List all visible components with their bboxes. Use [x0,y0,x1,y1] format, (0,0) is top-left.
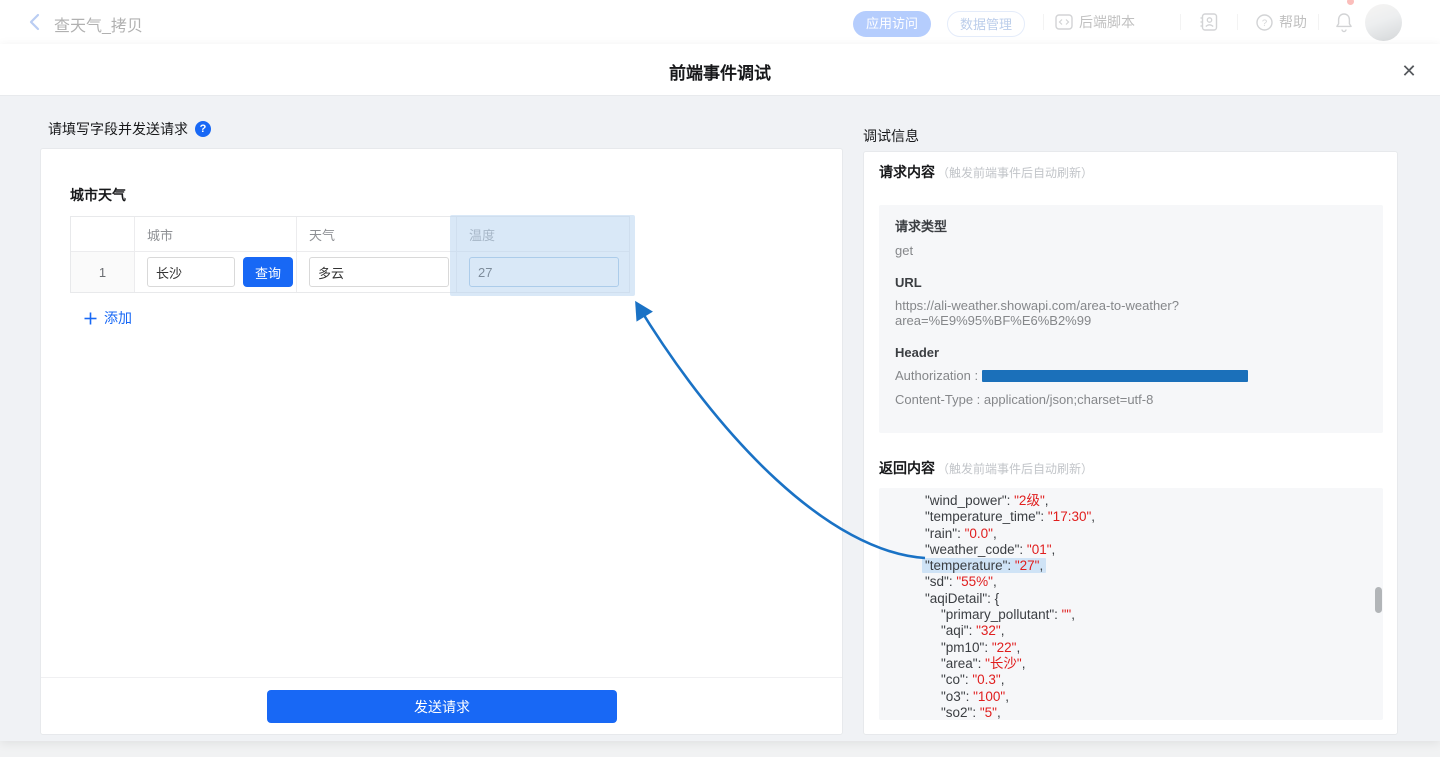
header-label: Header [895,345,1367,360]
notifications-button[interactable] [1334,0,1354,44]
add-row-label: 添加 [104,308,132,328]
data-manage-button[interactable]: 数据管理 [947,11,1025,37]
topbar-divider [1318,14,1319,30]
weather-table: 城市 天气 温度 1 查询 [70,216,630,293]
debug-panel-title: 调试信息 [863,126,919,146]
modal-title: 前端事件调试 [0,59,1440,84]
temperature-cell [457,252,629,292]
backend-script-button[interactable]: 后端脚本 [1055,0,1135,44]
response-refresh-note: （触发前端事件后自动刷新） [937,460,1093,477]
request-section-header: 请求内容 （触发前端事件后自动刷新） [879,162,1093,182]
response-heading: 返回内容 [879,458,935,478]
url-label: URL [895,275,1367,290]
modal-header-divider [0,95,1440,96]
request-content-box: 请求类型 get URL https://ali-weather.showapi… [879,205,1383,433]
city-cell: 查询 [135,252,297,292]
notification-dot [1347,0,1354,5]
user-avatar[interactable] [1365,4,1402,41]
plus-icon [84,312,97,325]
col-header-weather: 天气 [297,217,457,252]
json-line: "aqi": "32", [925,623,1383,639]
table-row: 1 查询 [71,252,629,292]
row-index: 1 [71,252,135,292]
content-type-line: Content-Type : application/json;charset=… [895,392,1367,407]
app-title: 查天气_拷贝 [54,12,143,36]
contacts-icon [1199,12,1219,32]
response-scrollbar-thumb[interactable] [1375,587,1382,613]
code-icon [1055,14,1073,30]
address-book-button[interactable] [1199,0,1219,44]
temperature-input[interactable] [469,257,619,287]
authorization-token-redacted [982,370,1248,382]
json-line: "temperature_time": "17:30", [925,509,1383,525]
json-line: "so2": "5", [925,705,1383,720]
table-title: 城市天气 [70,185,126,205]
city-input[interactable] [147,257,235,287]
request-heading: 请求内容 [879,162,935,182]
authorization-row: Authorization : [895,368,1367,383]
question-circle-icon: ? [1256,14,1273,31]
json-line: "aqiDetail": { [925,591,1383,607]
json-line: "sd": "55%", [925,574,1383,590]
send-request-button[interactable]: 发送请求 [267,690,617,723]
weather-cell [297,252,457,292]
url-value: https://ali-weather.showapi.com/area-to-… [895,298,1367,328]
json-line: "pm10": "22", [925,640,1383,656]
backend-script-label: 后端脚本 [1079,12,1135,32]
app-access-button[interactable]: 应用访问 [853,11,931,37]
json-line: "o3": "100", [925,689,1383,705]
col-header-temperature: 温度 [457,217,629,252]
form-instruction: 请填写字段并发送请求 ? [48,119,211,139]
form-instruction-text: 请填写字段并发送请求 [48,119,188,139]
request-refresh-note: （触发前端事件后自动刷新） [937,164,1093,181]
topbar-divider [1180,14,1181,30]
bell-icon [1334,11,1354,33]
topbar: 查天气_拷贝 应用访问 数据管理 后端脚本 [0,0,1440,45]
json-line: "wind_power": "2级", [925,493,1383,509]
table-header-row: 城市 天气 温度 [71,217,629,252]
query-button[interactable]: 查询 [243,257,293,287]
topbar-divider [1237,14,1238,30]
close-icon[interactable]: ✕ [1398,60,1420,82]
response-json-box: "wind_power": "2级","temperature_time": "… [879,488,1383,720]
help-circle-icon[interactable]: ? [195,121,211,137]
weather-input[interactable] [309,257,449,287]
col-header-index [71,217,135,252]
app-root: 查天气_拷贝 应用访问 数据管理 后端脚本 [0,0,1440,757]
json-line: "temperature": "27", [925,558,1383,574]
col-header-city: 城市 [135,217,297,252]
json-line: "weather_code": "01", [925,542,1383,558]
authorization-key: Authorization : [895,368,978,383]
help-button[interactable]: ? 帮助 [1256,0,1307,44]
json-line: "co": "0.3", [925,672,1383,688]
request-type-value: get [895,243,1367,258]
svg-text:?: ? [1262,18,1267,29]
response-section-header: 返回内容 （触发前端事件后自动刷新） [879,458,1093,478]
json-line: "primary_pollutant": "", [925,607,1383,623]
topbar-divider [1043,14,1044,30]
form-footer-divider [41,677,842,678]
json-line: "rain": "0.0", [925,526,1383,542]
json-line: "area": "长沙", [925,656,1383,672]
help-label: 帮助 [1279,12,1307,32]
request-type-label: 请求类型 [895,216,1367,235]
add-row-button[interactable]: 添加 [84,308,132,328]
back-icon[interactable] [28,13,42,31]
